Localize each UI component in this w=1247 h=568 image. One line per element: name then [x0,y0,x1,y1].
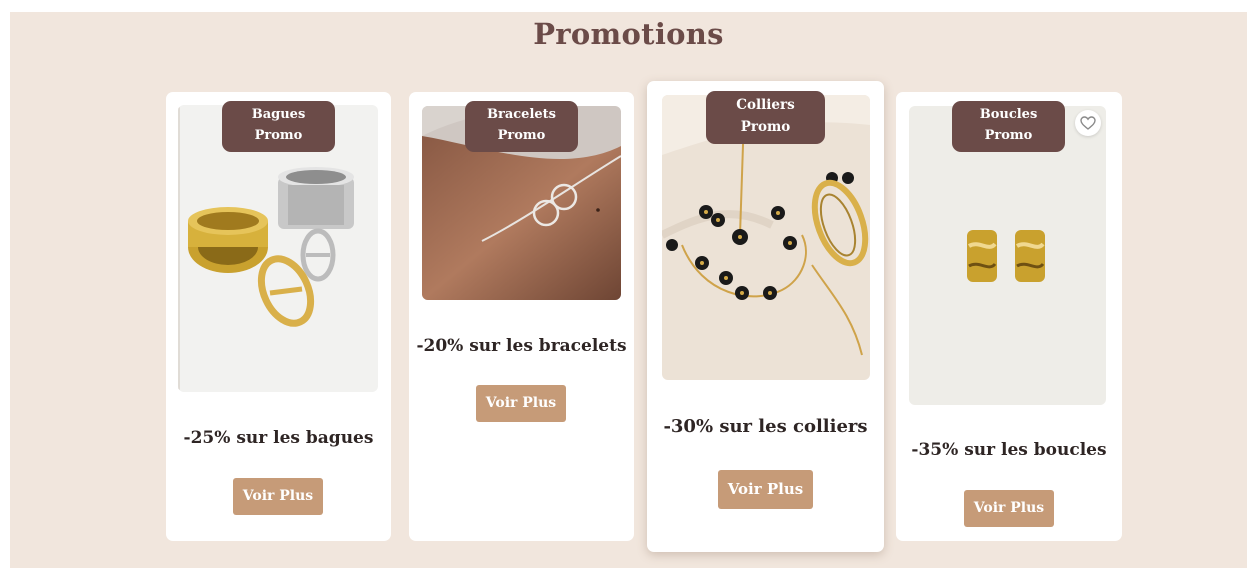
voir-plus-button[interactable]: Voir Plus [233,478,323,515]
badge-category-label: Colliers [736,97,795,113]
badge-category-label: Bracelets [487,107,556,122]
promo-card-colliers: Colliers Promo -30% sur les colliers Voi… [647,81,884,552]
promotions-section: Promotions Bagues Promo -25% sur les bag… [10,12,1247,568]
promo-description: -25% sur les bagues [183,428,374,448]
promo-card-bagues: Bagues Promo -25% sur les bagues Voir Pl… [166,92,391,541]
section-title: Promotions [533,17,724,51]
promo-description: -35% sur les boucles [911,440,1107,460]
heart-icon[interactable] [1075,110,1101,136]
promo-description: -20% sur les bracelets [416,336,627,356]
badge-category-label: Boucles [979,107,1038,122]
category-badge: Bracelets Promo [465,101,578,152]
badge-promo-label: Promo [254,128,303,143]
voir-plus-button[interactable]: Voir Plus [718,470,813,509]
voir-plus-button[interactable]: Voir Plus [964,490,1054,527]
badge-promo-label: Promo [984,128,1033,143]
category-badge: Bagues Promo [222,101,335,152]
promo-card-boucles: Boucles Promo -35% sur les boucles Voir … [896,92,1122,541]
promo-description: -30% sur les colliers [663,416,868,437]
promo-card-bracelets: Bracelets Promo -20% sur les bracelets V… [409,92,634,541]
category-badge: Boucles Promo [952,101,1065,152]
voir-plus-button[interactable]: Voir Plus [476,385,566,422]
badge-promo-label: Promo [740,119,791,135]
category-badge: Colliers Promo [706,91,825,144]
badge-category-label: Bagues [251,107,306,122]
badge-promo-label: Promo [497,128,546,143]
